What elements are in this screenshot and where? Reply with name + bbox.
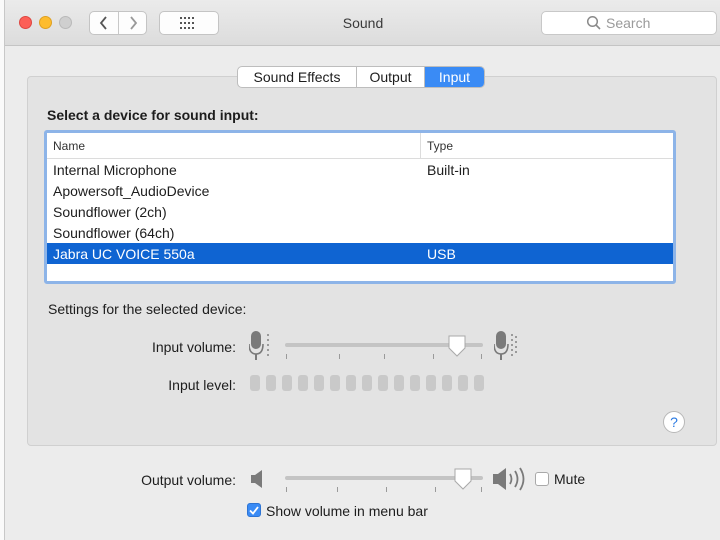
column-header-name[interactable]: Name <box>47 133 421 158</box>
level-segment <box>378 375 388 391</box>
level-segment <box>362 375 372 391</box>
device-name: Jabra UC VOICE 550a <box>53 245 195 262</box>
level-segment <box>330 375 340 391</box>
level-segment <box>298 375 308 391</box>
microphone-icon <box>249 331 269 360</box>
level-segment <box>314 375 324 391</box>
table-row-selected[interactable]: Jabra UC VOICE 550a USB <box>47 243 673 264</box>
level-segment <box>410 375 420 391</box>
input-device-table[interactable]: Name Type Internal Microphone Built-in A… <box>44 130 676 284</box>
show-volume-checkbox[interactable] <box>247 503 261 517</box>
level-segment <box>458 375 468 391</box>
help-button[interactable]: ? <box>663 411 685 433</box>
table-row[interactable]: Soundflower (64ch) <box>47 222 673 243</box>
device-type: Built-in <box>427 161 470 178</box>
input-level-label: Input level: <box>168 377 236 393</box>
settings-heading: Settings for the selected device: <box>48 301 247 317</box>
column-header-type[interactable]: Type <box>421 133 453 158</box>
device-name: Apowersoft_AudioDevice <box>53 182 210 199</box>
level-segment <box>394 375 404 391</box>
device-type: USB <box>427 245 456 262</box>
table-row[interactable]: Apowersoft_AudioDevice <box>47 180 673 201</box>
device-name: Internal Microphone <box>53 161 177 178</box>
speaker-icon <box>251 470 262 488</box>
level-segment <box>250 375 260 391</box>
table-header: Name Type <box>47 133 673 159</box>
show-volume-label: Show volume in menu bar <box>266 503 428 519</box>
output-volume-slider-thumb[interactable] <box>453 467 473 491</box>
device-name: Soundflower (64ch) <box>53 224 175 241</box>
input-volume-label: Input volume: <box>151 339 236 355</box>
level-segment <box>474 375 484 391</box>
output-volume-label: Output volume: <box>141 472 236 488</box>
table-row[interactable]: Internal Microphone Built-in <box>47 159 673 180</box>
level-segment <box>266 375 276 391</box>
checkmark-icon <box>249 505 259 515</box>
mute-label: Mute <box>554 471 586 487</box>
level-segment <box>442 375 452 391</box>
device-name: Soundflower (2ch) <box>53 203 167 220</box>
title-bar: Sound <box>5 0 720 46</box>
tab-input[interactable]: Input <box>424 67 484 87</box>
speaker-loud-icon <box>493 467 525 491</box>
input-level-meter <box>250 375 484 391</box>
device-select-heading: Select a device for sound input: <box>47 107 259 123</box>
level-segment <box>346 375 356 391</box>
microphone-icon <box>494 331 517 360</box>
level-segment <box>282 375 292 391</box>
mute-checkbox[interactable] <box>535 472 549 486</box>
table-row[interactable]: Soundflower (2ch) <box>47 201 673 222</box>
search-field[interactable] <box>541 11 717 35</box>
tab-output[interactable]: Output <box>356 67 424 87</box>
tab-sound-effects[interactable]: Sound Effects <box>238 67 356 87</box>
tab-bar: Sound Effects Output Input <box>237 66 485 88</box>
search-icon <box>586 15 601 30</box>
level-segment <box>426 375 436 391</box>
input-volume-slider-thumb[interactable] <box>447 334 467 358</box>
search-input[interactable] <box>606 15 716 31</box>
